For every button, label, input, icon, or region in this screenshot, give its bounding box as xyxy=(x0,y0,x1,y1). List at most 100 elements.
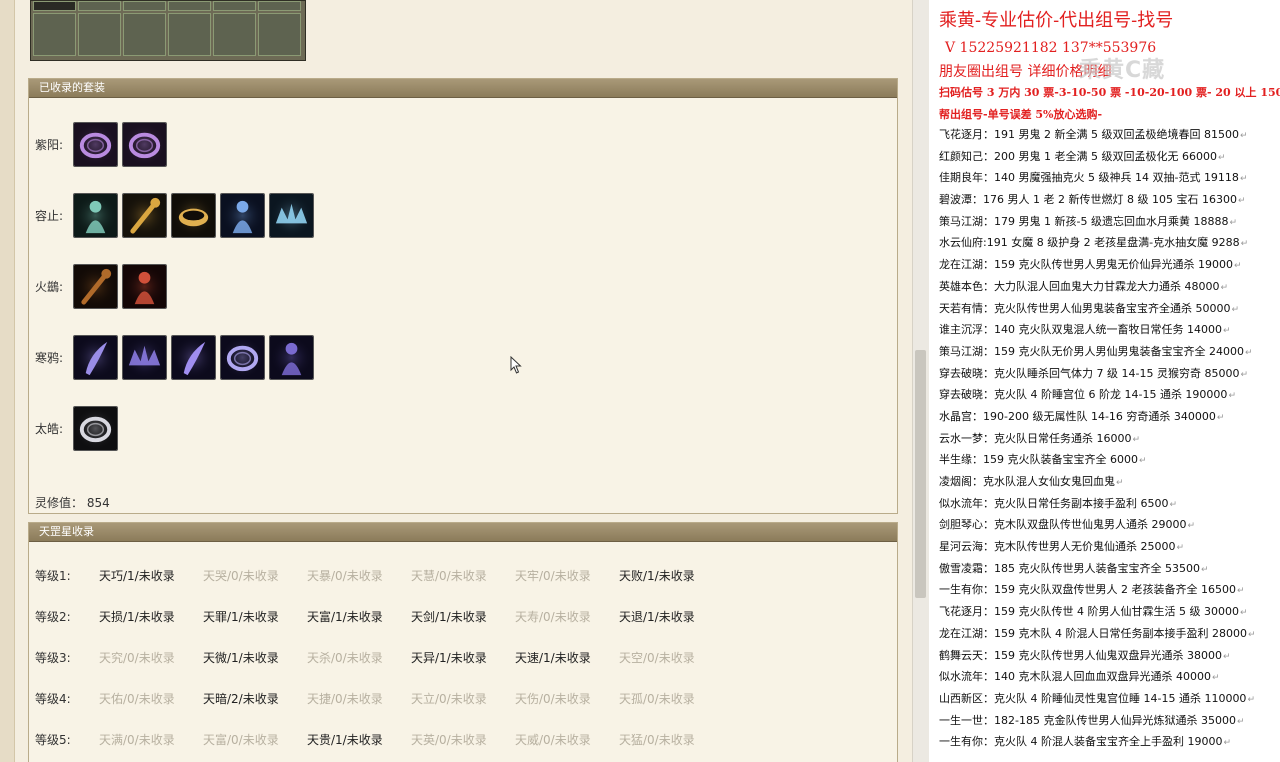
jade-figure-icon[interactable] xyxy=(73,192,118,238)
paragraph-mark-icon: ↵ xyxy=(1116,478,1124,488)
suit-row: 容止: xyxy=(29,191,318,239)
listing-item: 红颜知己：200 男鬼 1 老全满 5 级双回孟极化无 66000↵ xyxy=(939,146,1256,168)
listing-item: 星河云海：克木队传世男人无价鬼仙通杀 25000↵ xyxy=(939,536,1256,558)
inventory-slot[interactable] xyxy=(33,1,76,11)
star-item[interactable]: 天杀/0/未收录 xyxy=(307,649,411,666)
listing-item: 凌烟阁：克水队混人女仙女鬼回血鬼↵ xyxy=(939,471,1256,493)
listing-item: 云水一梦：克火队日常任务通杀 16000↵ xyxy=(939,428,1256,450)
listing-item: 龙在江湖：159 克木队 4 阶混人日常任务副本接手盈利 28000↵ xyxy=(939,623,1256,645)
listing-item: 鹤舞云天：159 克火队传世男人仙鬼双盘异光通杀 38000↵ xyxy=(939,645,1256,667)
inventory-slot[interactable] xyxy=(123,1,166,11)
violet-ring-icon[interactable] xyxy=(220,334,265,380)
inventory-grid xyxy=(30,0,306,61)
star-item[interactable]: 天损/1/未收录 xyxy=(99,608,203,625)
star-item[interactable]: 天牢/0/未收录 xyxy=(515,567,619,584)
star-item[interactable]: 天暴/0/未收录 xyxy=(307,567,411,584)
dark-feather-icon[interactable] xyxy=(73,263,118,309)
listing-text: 云水一梦：克火队日常任务通杀 16000 xyxy=(939,431,1132,445)
listing-text: 一生有你：159 克火队双盘传世男人 2 老孩装备齐全 16500 xyxy=(939,583,1236,597)
purple-ring-icon[interactable] xyxy=(73,121,118,167)
violet-armor-icon[interactable] xyxy=(269,334,314,380)
gold-ring-icon[interactable] xyxy=(171,192,216,238)
suit-row: 太皓: xyxy=(29,404,122,452)
star-item[interactable]: 天剑/1/未收录 xyxy=(411,608,515,625)
violet-sword-icon[interactable] xyxy=(171,334,216,380)
listing-item: 碧波潭：176 男人 1 老 2 新传世燃灯 8 级 105 宝石 16300↵ xyxy=(939,189,1256,211)
inventory-slot[interactable] xyxy=(213,13,256,56)
left-edge xyxy=(0,0,15,762)
suit-row: 紫阳: xyxy=(29,120,171,168)
star-item[interactable]: 天巧/1/未收录 xyxy=(99,567,203,584)
star-item[interactable]: 天孤/0/未收录 xyxy=(619,690,723,707)
listing-item: 似水流年：140 克木队混人回血血双盘异光通杀 40000↵ xyxy=(939,666,1256,688)
star-item[interactable]: 天败/1/未收录 xyxy=(619,567,723,584)
suit-row: 寒鸦: xyxy=(29,333,318,381)
listing-text: 一生一世：182-185 克金队传世男人仙异光炼狱通杀 35000 xyxy=(939,713,1236,727)
star-item[interactable]: 天究/0/未收录 xyxy=(99,649,203,666)
vertical-scrollbar[interactable] xyxy=(912,0,929,762)
star-item[interactable]: 天空/0/未收录 xyxy=(619,649,723,666)
panel-title: 天罡星收录 xyxy=(29,523,897,542)
star-item[interactable]: 天伤/0/未收录 xyxy=(515,690,619,707)
mouse-cursor-icon xyxy=(510,356,522,374)
inventory-slot[interactable] xyxy=(168,13,211,56)
star-item[interactable]: 天佑/0/未收录 xyxy=(99,690,203,707)
star-level-label: 等级2: xyxy=(35,609,71,624)
violet-blade-icon[interactable] xyxy=(73,334,118,380)
paragraph-mark-icon: ↵ xyxy=(1247,629,1256,640)
panel-title: 已收录的套装 xyxy=(29,79,897,98)
star-item[interactable]: 天速/1/未收录 xyxy=(515,649,619,666)
star-item[interactable]: 天贵/1/未收录 xyxy=(307,731,411,748)
purple-ring-icon[interactable] xyxy=(122,121,167,167)
listing-item: 佳期良年：140 男魔强抽克火 5 级神兵 14 双抽-范式 19118↵ xyxy=(939,167,1256,189)
gold-staff-icon[interactable] xyxy=(122,192,167,238)
violet-wing-icon[interactable] xyxy=(122,334,167,380)
paragraph-mark-icon: ↵ xyxy=(1169,499,1178,510)
star-item[interactable]: 天富/1/未收录 xyxy=(307,608,411,625)
star-item[interactable]: 天慧/0/未收录 xyxy=(411,567,515,584)
inventory-slot[interactable] xyxy=(213,1,256,11)
watermark: 乘黄C藏 xyxy=(1079,58,1166,83)
listing-text: 星河云海：克木队传世男人无价鬼仙通杀 25000 xyxy=(939,540,1176,554)
inventory-slot[interactable] xyxy=(33,13,76,56)
paragraph-mark-icon: ↵ xyxy=(1222,651,1231,662)
listing-text: 傲雪凌霜：185 克火队传世男人装备宝宝齐全 53500 xyxy=(939,561,1200,575)
star-item[interactable]: 天异/1/未收录 xyxy=(411,649,515,666)
star-level-label: 等级3: xyxy=(35,650,71,665)
star-item[interactable]: 天猛/0/未收录 xyxy=(619,731,723,748)
star-item[interactable]: 天富/0/未收录 xyxy=(203,731,307,748)
paragraph-mark-icon: ↵ xyxy=(1132,434,1141,445)
star-item[interactable]: 天罪/1/未收录 xyxy=(203,608,307,625)
star-item[interactable]: 天捷/0/未收录 xyxy=(307,690,411,707)
silver-ring-icon[interactable] xyxy=(73,405,118,451)
star-item[interactable]: 天立/0/未收录 xyxy=(411,690,515,707)
star-item[interactable]: 天威/0/未收录 xyxy=(515,731,619,748)
paragraph-mark-icon: ↵ xyxy=(1233,261,1242,272)
star-item[interactable]: 天哭/0/未收录 xyxy=(203,567,307,584)
star-item[interactable]: 天暗/2/未收录 xyxy=(203,690,307,707)
star-item[interactable]: 天英/0/未收录 xyxy=(411,731,515,748)
star-item[interactable]: 天满/0/未收录 xyxy=(99,731,203,748)
blue-spirit-icon[interactable] xyxy=(220,192,265,238)
listing-item: 傲雪凌霜：185 克火队传世男人装备宝宝齐全 53500↵ xyxy=(939,558,1256,580)
paragraph-mark-icon: ↵ xyxy=(1240,239,1249,250)
game-window: 已收录的套装 紫阳: 容止: 火鷀: 寒鸦: 太皓: 灵修值： 854 天罡星收录 等级… xyxy=(0,0,912,762)
inventory-slot[interactable] xyxy=(258,1,301,11)
ice-crown-icon[interactable] xyxy=(269,192,314,238)
red-figure-icon[interactable] xyxy=(122,263,167,309)
inventory-slot[interactable] xyxy=(123,13,166,56)
inventory-slot[interactable] xyxy=(258,13,301,56)
inventory-slot[interactable] xyxy=(78,13,121,56)
listing-text: 佳期良年：140 男魔强抽克火 5 级神兵 14 双抽-范式 19118 xyxy=(939,171,1239,185)
star-level-row: 等级5: 天满/0/未收录 天富/0/未收录 天贵/1/未收录 天英/0/未收录 天威/0… xyxy=(29,729,723,749)
listing-item: 似水流年：克火队日常任务副本接手盈利 6500↵ xyxy=(939,493,1256,515)
inventory-slot[interactable] xyxy=(168,1,211,11)
star-collection-panel: 天罡星收录 等级1: 天巧/1/未收录 天哭/0/未收录 天暴/0/未收录 天慧/0/未… xyxy=(28,522,898,762)
star-item[interactable]: 天寿/0/未收录 xyxy=(515,608,619,625)
star-item[interactable]: 天微/1/未收录 xyxy=(203,649,307,666)
inventory-slot[interactable] xyxy=(78,1,121,11)
star-item[interactable]: 天退/1/未收录 xyxy=(619,608,723,625)
listing-item: 一生有你：克火队 4 阶混人装备宝宝齐全上手盈利 19000↵ xyxy=(939,731,1256,753)
paragraph-mark-icon: ↵ xyxy=(1176,543,1185,554)
scroll-thumb[interactable] xyxy=(915,350,926,598)
